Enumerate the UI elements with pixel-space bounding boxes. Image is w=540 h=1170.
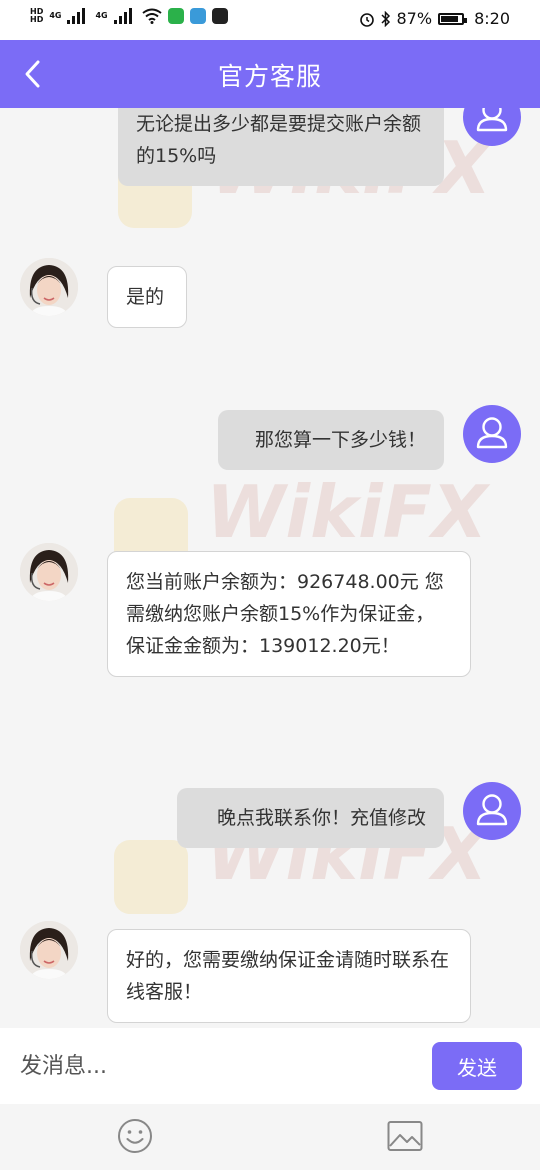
telegram-app-icon xyxy=(189,8,206,24)
hd-badge-2: HD xyxy=(30,15,44,24)
agent-message-bubble: 好的，您需要缴纳保证金请随时联系在线客服！ xyxy=(107,929,471,1023)
user-message-bubble: 晚点我联系你！充值修改 xyxy=(177,788,444,848)
user-icon xyxy=(476,417,508,449)
message-text: 无论提出多少都是要提交账户余额的15%吗 xyxy=(136,113,422,167)
input-toolbar xyxy=(0,1104,540,1170)
message-input[interactable] xyxy=(18,1042,412,1090)
message-text: 好的，您需要缴纳保证金请随时联系在线客服！ xyxy=(126,949,450,1003)
user-icon xyxy=(476,794,508,826)
agent-avatar xyxy=(20,921,78,979)
user-message-bubble: 无论提出多少都是要提交账户余额的15%吗 xyxy=(118,108,444,186)
agent-message-bubble: 您当前账户余额为：926748.00元 您需缴纳您账户余额15%作为保证金，保证… xyxy=(107,551,471,677)
emoji-icon[interactable] xyxy=(117,1118,153,1154)
message-text: 晚点我联系你！充值修改 xyxy=(216,807,426,829)
message-input-bar: 发送 xyxy=(0,1028,540,1104)
alarm-icon xyxy=(359,12,374,27)
signal-icon xyxy=(113,8,136,24)
agent-avatar xyxy=(20,543,78,601)
user-avatar xyxy=(463,108,521,146)
watermark-logo xyxy=(114,840,188,914)
wifi-icon xyxy=(142,8,162,24)
chat-message-list[interactable]: WikiFX WikiFX WikiFX 无论提出多少都是要提交账户余额的15%… xyxy=(0,108,540,1028)
agent-avatar xyxy=(20,258,78,316)
wechat-app-icon xyxy=(167,8,184,24)
hd-badge-group: HD HD xyxy=(30,8,43,24)
user-avatar xyxy=(463,782,521,840)
network-type-2: 4G xyxy=(95,11,108,20)
message-text: 您当前账户余额为：926748.00元 您需缴纳您账户余额15%作为保证金，保证… xyxy=(126,571,444,657)
signal-icon xyxy=(67,8,89,24)
battery-percent: 87% xyxy=(396,9,433,28)
message-text: 那您算一下多少钱！ xyxy=(254,429,426,451)
message-text: 是的 xyxy=(126,286,165,308)
page-title: 官方客服 xyxy=(217,62,322,91)
image-icon[interactable] xyxy=(387,1120,423,1152)
agent-avatar-image xyxy=(20,543,78,601)
chat-header: 官方客服 xyxy=(0,40,540,108)
agent-avatar-image xyxy=(20,258,78,316)
user-message-bubble: 那您算一下多少钱！ xyxy=(218,410,444,470)
agent-avatar-image xyxy=(20,921,78,979)
network-type-1: 4G xyxy=(49,11,62,20)
watermark-text: WikiFX xyxy=(206,470,488,554)
clock-time: 8:20 xyxy=(474,9,510,28)
battery-icon xyxy=(438,12,468,25)
user-avatar xyxy=(463,405,521,463)
hand-app-icon xyxy=(211,8,228,24)
send-button[interactable]: 发送 xyxy=(432,1042,522,1090)
agent-message-bubble: 是的 xyxy=(107,266,187,328)
user-icon xyxy=(476,108,508,132)
status-bar: HD HD 4G 4G 87% 8:20 xyxy=(0,0,540,40)
bluetooth-icon xyxy=(380,10,390,27)
